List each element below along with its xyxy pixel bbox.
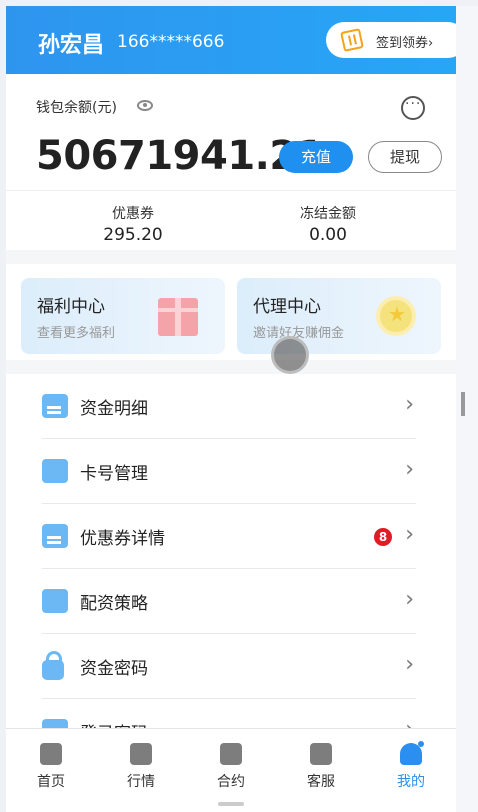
tab-label: 首页 [37, 774, 65, 790]
welfare-center-card[interactable]: 福利中心 查看更多福利 [21, 278, 225, 354]
agent-center-card[interactable]: 代理中心 邀请好友赚佣金 [237, 278, 441, 354]
recharge-button[interactable]: 充值 [279, 141, 353, 173]
menu-item-label: 配资策略 [80, 594, 148, 614]
lock-icon [42, 651, 64, 680]
tab-label: 我的 [397, 774, 425, 790]
folder-icon [42, 459, 68, 483]
notification-badge: 8 [374, 528, 392, 546]
menu-item-coupon-details[interactable]: 优惠券详情 8 › [42, 504, 416, 569]
menu-item-label: 资金明细 [80, 399, 148, 419]
chevron-right-icon: › [405, 652, 414, 677]
contract-icon [220, 743, 242, 765]
tab-home[interactable]: 首页 [6, 743, 96, 791]
feature-cards: 福利中心 查看更多福利 代理中心 邀请好友赚佣金 [6, 264, 456, 360]
card-title: 代理中心 [253, 297, 321, 317]
stat-label: 冻结金额 [300, 206, 356, 222]
coin-icon [376, 296, 416, 336]
stat-value: 0.00 [309, 225, 347, 245]
resize-handle[interactable] [461, 392, 465, 416]
menu-list: 资金明细 › 卡号管理 › 优惠券详情 8 › 配资策略 › 资金密码 › 登录… [6, 374, 456, 744]
chevron-right-icon: › [405, 587, 414, 612]
home-indicator [218, 802, 244, 806]
stat-value: 295.20 [103, 225, 163, 245]
card-title: 福利中心 [37, 297, 105, 317]
tab-contract[interactable]: 合约 [186, 743, 276, 791]
headset-icon [310, 743, 332, 765]
chevron-right-icon: › [405, 392, 414, 417]
balance-label: 钱包余额(元) [36, 100, 117, 116]
gift-icon [158, 298, 198, 336]
eye-icon[interactable] [137, 100, 153, 111]
stat-label: 优惠券 [112, 206, 154, 222]
bottom-tab-bar: 首页 行情 合约 客服 我的 [6, 728, 456, 812]
withdraw-button[interactable]: 提现 [368, 141, 442, 173]
chevron-right-icon: › [405, 457, 414, 482]
menu-item-fund-details[interactable]: 资金明细 › [42, 374, 416, 439]
touch-indicator [271, 336, 309, 374]
tab-mine[interactable]: 我的 [366, 741, 456, 791]
tab-label: 合约 [217, 774, 245, 790]
card-subtitle: 查看更多福利 [37, 326, 116, 341]
chevron-right-icon: › [405, 522, 414, 547]
document-icon [42, 394, 68, 418]
menu-item-card-management[interactable]: 卡号管理 › [42, 439, 416, 504]
menu-item-label: 卡号管理 [80, 464, 148, 484]
stat-frozen[interactable]: 冻结金额 0.00 [228, 203, 428, 245]
home-icon [40, 743, 62, 765]
side-panel [456, 6, 478, 812]
notification-dot [418, 741, 424, 747]
message-icon[interactable] [401, 96, 425, 120]
chart-icon [130, 743, 152, 765]
tab-label: 行情 [127, 774, 155, 790]
book-icon [42, 589, 68, 613]
stats-row: 优惠券 295.20 冻结金额 0.00 [6, 190, 456, 250]
tab-service[interactable]: 客服 [276, 743, 366, 791]
stat-coupon[interactable]: 优惠券 295.20 [33, 203, 233, 245]
app-screen: 孙宏昌 166*****666 签到领券› 钱包余额(元) 50671941.2… [6, 6, 456, 812]
menu-item-label: 优惠券详情 [80, 529, 165, 549]
tab-market[interactable]: 行情 [96, 743, 186, 791]
menu-item-strategy[interactable]: 配资策略 › [42, 569, 416, 634]
menu-item-label: 资金密码 [80, 659, 148, 679]
menu-item-fund-password[interactable]: 资金密码 › [42, 634, 416, 699]
tab-label: 客服 [307, 774, 335, 790]
ticket-icon [42, 524, 68, 548]
